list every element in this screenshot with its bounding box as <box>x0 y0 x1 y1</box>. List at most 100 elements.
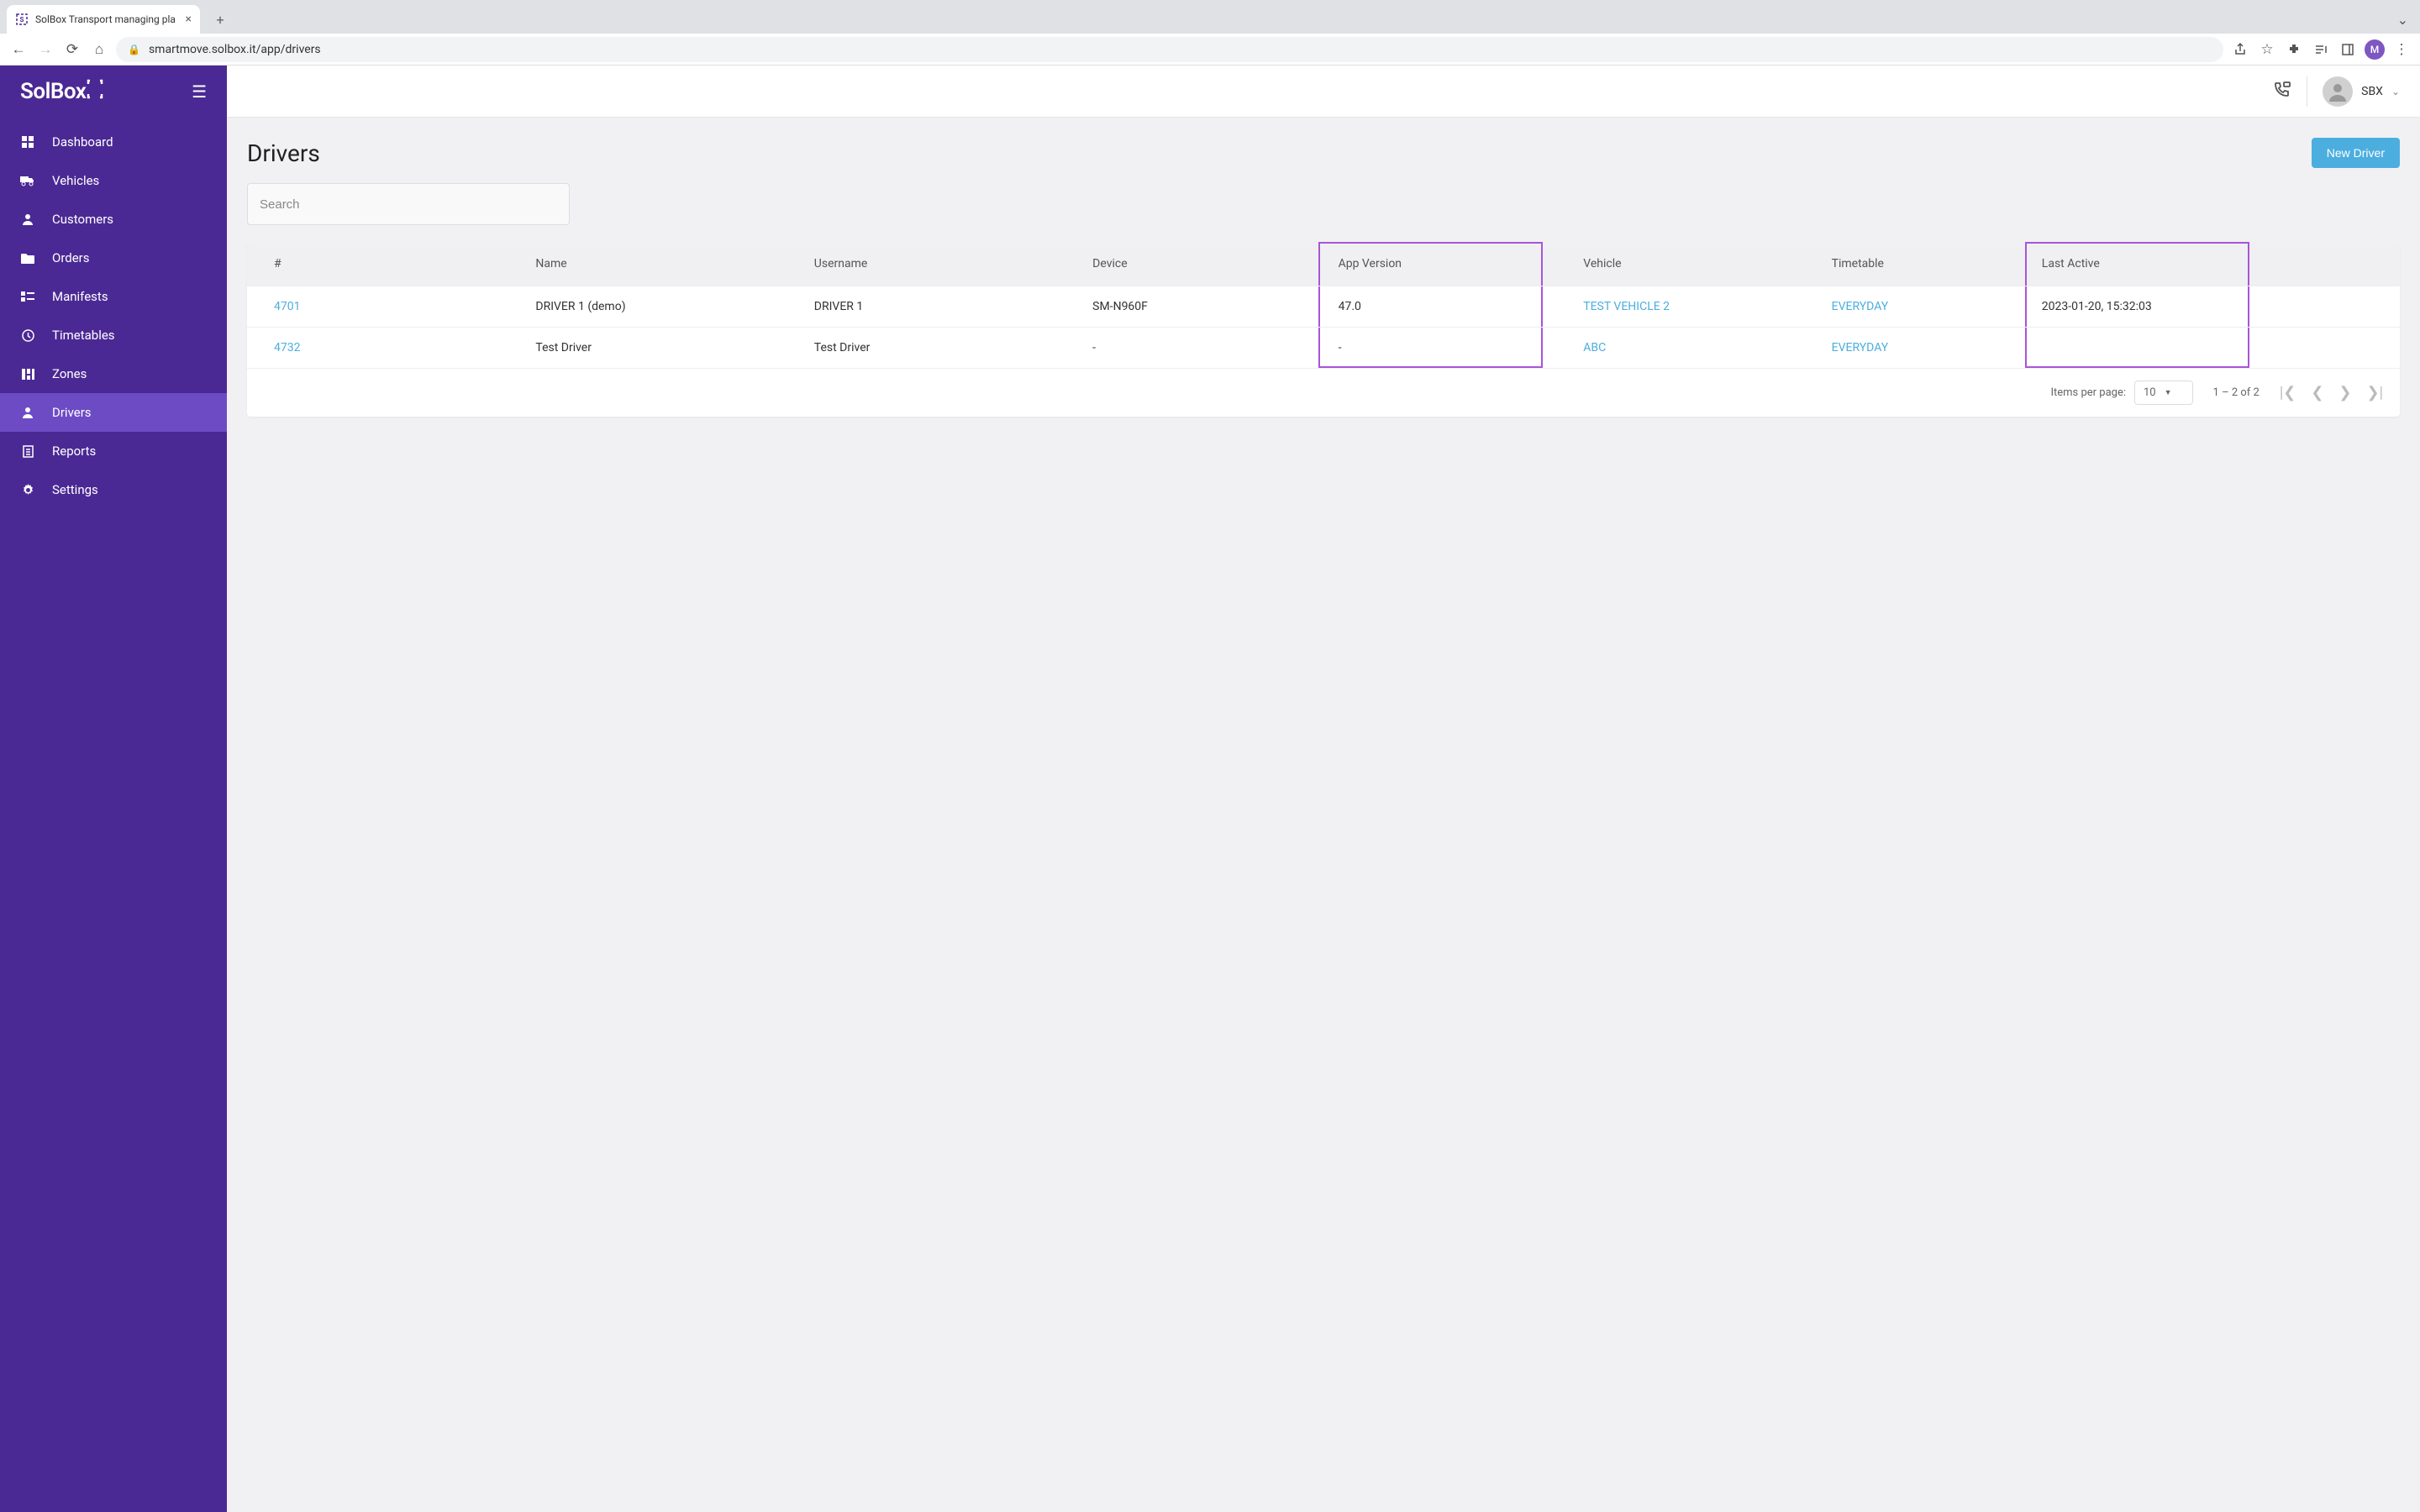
column-header-username[interactable]: Username <box>804 242 1082 286</box>
column-header-name[interactable]: Name <box>525 242 803 286</box>
sidebar-item-label: Settings <box>52 482 98 497</box>
cell-device: SM-N960F <box>1082 286 1318 328</box>
user-menu[interactable]: SBX ⌄ <box>2323 76 2400 107</box>
column-header-id[interactable]: # <box>247 242 525 286</box>
share-icon[interactable] <box>2230 39 2250 60</box>
browser-tab-bar: S SolBox Transport managing pla × + ⌄ <box>0 0 2420 34</box>
page-first-icon[interactable]: |❮ <box>2280 384 2296 402</box>
person-icon <box>20 213 35 225</box>
items-per-page: Items per page: 10 ▼ <box>2050 381 2192 405</box>
cell-last-active: 2023-01-20, 15:32:03 <box>2025 286 2250 328</box>
reading-list-icon[interactable] <box>2311 39 2331 60</box>
table-row[interactable]: 4732 Test Driver Test Driver - - ABC EVE… <box>247 328 2400 369</box>
browser-toolbar: ← → ⟳ ⌂ 🔒 smartmove.solbox.it/app/driver… <box>0 34 2420 66</box>
tab-close-icon[interactable]: × <box>186 13 192 26</box>
nav-home-icon[interactable]: ⌂ <box>89 39 109 60</box>
new-tab-button[interactable]: + <box>208 8 232 31</box>
tab-favicon-icon: S <box>15 13 29 26</box>
sidebar-header: SolBox ☰ <box>0 66 227 118</box>
sidebar-item-label: Dashboard <box>52 134 113 150</box>
sidebar-item-settings[interactable]: Settings <box>0 470 227 509</box>
sidebar-item-label: Zones <box>52 366 87 381</box>
pagination-controls: |❮ ❮ ❯ ❯| <box>2280 384 2383 402</box>
bookmark-star-icon[interactable]: ☆ <box>2257 39 2277 60</box>
side-panel-icon[interactable] <box>2338 39 2358 60</box>
nav-reload-icon[interactable]: ⟳ <box>62 39 82 60</box>
cell-app-version: 47.0 <box>1318 286 1544 328</box>
page-next-icon[interactable]: ❯ <box>2338 384 2351 402</box>
cell-name: DRIVER 1 (demo) <box>525 286 803 328</box>
page-last-icon[interactable]: ❯| <box>2367 384 2383 402</box>
report-icon <box>20 445 35 458</box>
sidebar-item-reports[interactable]: Reports <box>0 432 227 470</box>
cell-id[interactable]: 4732 <box>247 328 525 369</box>
sidebar-item-drivers[interactable]: Drivers <box>0 393 227 432</box>
column-header-last-active[interactable]: Last Active <box>2025 242 2250 286</box>
tabs-dropdown-icon[interactable]: ⌄ <box>2397 12 2408 28</box>
new-driver-button[interactable]: New Driver <box>2312 138 2400 168</box>
logo-bracket-icon <box>87 79 103 104</box>
table-header-row: # Name Username Device App Version Vehic… <box>247 242 2400 286</box>
cell-username: DRIVER 1 <box>804 286 1082 328</box>
cell-app-version: - <box>1318 328 1544 369</box>
select-caret-icon: ▼ <box>2165 388 2172 397</box>
sidebar-item-vehicles[interactable]: Vehicles <box>0 161 227 200</box>
nav-back-icon[interactable]: ← <box>8 39 29 60</box>
items-per-page-select[interactable]: 10 ▼ <box>2134 381 2193 405</box>
sidebar-item-orders[interactable]: Orders <box>0 239 227 277</box>
sidebar-item-label: Customers <box>52 212 113 227</box>
sidebar-nav: Dashboard Vehicles Customers Orders Mani… <box>0 118 227 509</box>
address-bar[interactable]: 🔒 smartmove.solbox.it/app/drivers <box>116 37 2223 62</box>
sidebar-item-label: Timetables <box>52 328 115 343</box>
menu-toggle-icon[interactable]: ☰ <box>192 81 207 102</box>
browser-profile-avatar[interactable]: M <box>2365 39 2385 60</box>
dashboard-icon <box>20 135 35 149</box>
cell-name: Test Driver <box>525 328 803 369</box>
clock-icon <box>20 329 35 342</box>
cell-end <box>2249 286 2400 328</box>
cell-device: - <box>1082 328 1318 369</box>
page-header: Drivers New Driver <box>247 138 2400 168</box>
nav-forward-icon[interactable]: → <box>35 39 55 60</box>
sidebar-item-customers[interactable]: Customers <box>0 200 227 239</box>
sidebar-item-dashboard[interactable]: Dashboard <box>0 123 227 161</box>
search-input[interactable] <box>247 183 570 225</box>
folder-icon <box>20 253 35 264</box>
cell-vehicle[interactable]: ABC <box>1543 328 1821 369</box>
browser-tab[interactable]: S SolBox Transport managing pla × <box>7 5 200 34</box>
page-content: Drivers New Driver # Name Username Devic… <box>227 118 2420 437</box>
cell-id[interactable]: 4701 <box>247 286 525 328</box>
cell-timetable[interactable]: EVERYDAY <box>1822 328 2025 369</box>
sidebar-item-timetables[interactable]: Timetables <box>0 316 227 354</box>
column-header-timetable[interactable]: Timetable <box>1822 242 2025 286</box>
cell-end <box>2249 328 2400 369</box>
items-per-page-label: Items per page: <box>2050 386 2126 399</box>
column-header-end <box>2249 242 2400 286</box>
user-name: SBX <box>2361 85 2383 98</box>
cell-timetable[interactable]: EVERYDAY <box>1822 286 2025 328</box>
column-header-vehicle[interactable]: Vehicle <box>1543 242 1821 286</box>
url-text: smartmove.solbox.it/app/drivers <box>149 43 321 56</box>
sidebar-item-zones[interactable]: Zones <box>0 354 227 393</box>
cell-last-active <box>2025 328 2250 369</box>
logo[interactable]: SolBox <box>20 79 103 104</box>
sidebar-item-label: Orders <box>52 250 90 265</box>
browser-menu-icon[interactable]: ⋮ <box>2391 39 2412 60</box>
extensions-icon[interactable] <box>2284 39 2304 60</box>
drivers-table: # Name Username Device App Version Vehic… <box>247 242 2400 417</box>
sidebar-item-label: Reports <box>52 444 96 459</box>
column-header-app-version[interactable]: App Version <box>1318 242 1544 286</box>
table-row[interactable]: 4701 DRIVER 1 (demo) DRIVER 1 SM-N960F 4… <box>247 286 2400 328</box>
column-header-device[interactable]: Device <box>1082 242 1318 286</box>
phone-icon[interactable] <box>2273 81 2291 102</box>
sidebar-item-label: Manifests <box>52 289 108 304</box>
pagination-range: 1 – 2 of 2 <box>2213 386 2260 399</box>
sidebar: SolBox ☰ Dashboard Vehicles Customers <box>0 66 227 1512</box>
zones-icon <box>20 369 35 380</box>
sidebar-item-manifests[interactable]: Manifests <box>0 277 227 316</box>
cell-vehicle[interactable]: TEST VEHICLE 2 <box>1543 286 1821 328</box>
manifests-icon <box>20 291 35 302</box>
page-prev-icon[interactable]: ❮ <box>2311 384 2323 402</box>
user-avatar-icon <box>2323 76 2353 107</box>
sidebar-item-label: Drivers <box>52 405 92 420</box>
